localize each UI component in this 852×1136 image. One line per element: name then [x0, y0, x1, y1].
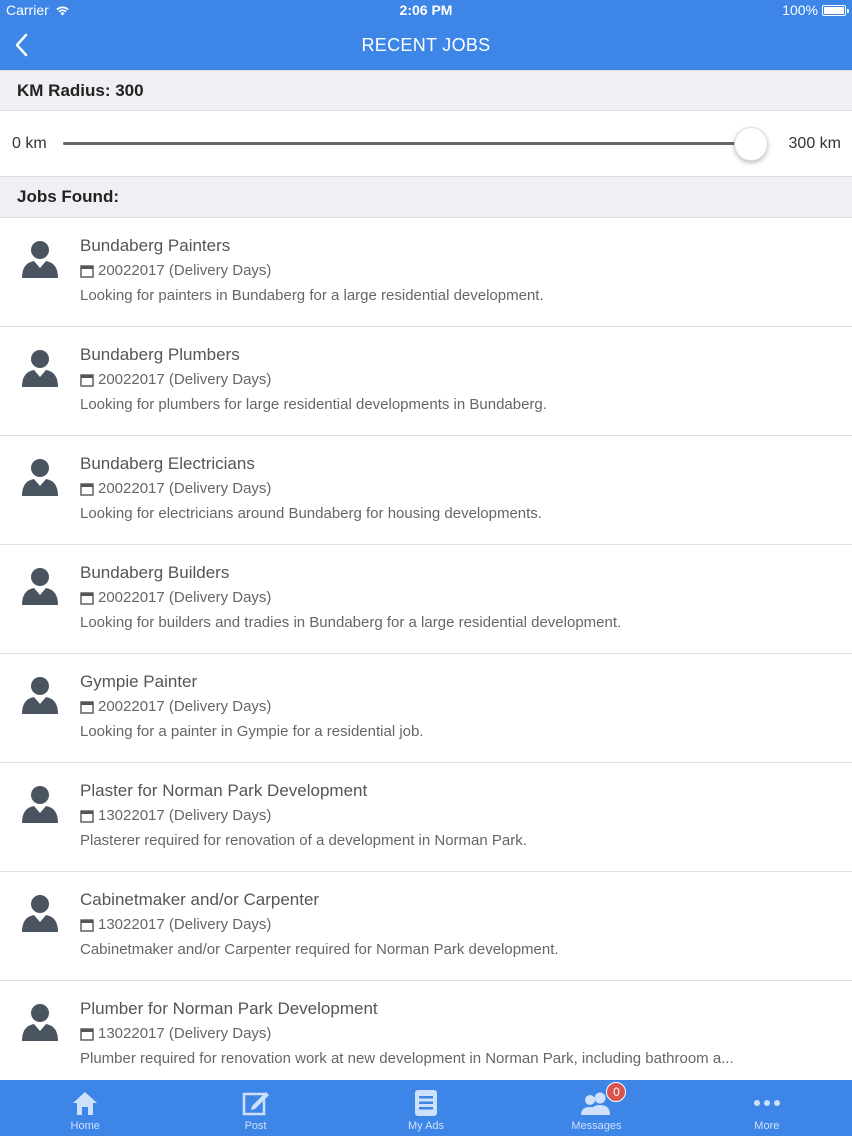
job-title: Plaster for Norman Park Development — [80, 781, 368, 800]
radius-slider-thumb[interactable] — [734, 127, 768, 161]
messages-badge: 0 — [606, 1082, 627, 1102]
job-description: Plasterer required for renovation of a d… — [80, 832, 527, 849]
job-list-item[interactable]: Bundaberg Painters 20022017 (Delivery Da… — [0, 218, 852, 327]
tab-label: My Ads — [407, 1120, 445, 1132]
battery-icon — [822, 4, 849, 16]
job-title: Bundaberg Electricians — [80, 454, 255, 473]
job-list-item[interactable]: Bundaberg Builders 20022017 (Delivery Da… — [0, 545, 852, 654]
radius-slider-row: 0 km 300 km — [0, 111, 852, 176]
tab-more[interactable]: More — [682, 1080, 852, 1136]
job-date: 13022017 (Delivery Days) — [80, 916, 271, 933]
job-list: Bundaberg Painters 20022017 (Delivery Da… — [0, 218, 852, 1080]
job-list-item[interactable]: Plaster for Norman Park Development 1302… — [0, 763, 852, 872]
calendar-icon — [80, 809, 94, 823]
job-list-item[interactable]: Cabinetmaker and/or Carpenter 13022017 (… — [0, 872, 852, 981]
carrier-label: Carrier — [6, 2, 49, 18]
person-avatar-icon — [22, 786, 58, 823]
job-list-item[interactable]: Bundaberg Plumbers 20022017 (Delivery Da… — [0, 327, 852, 436]
job-date: 20022017 (Delivery Days) — [80, 698, 271, 715]
job-description: Plumber required for renovation work at … — [80, 1050, 734, 1067]
job-date-text: 20022017 (Delivery Days) — [98, 371, 272, 388]
job-description: Looking for builders and tradies in Bund… — [80, 614, 622, 631]
job-date-text: 20022017 (Delivery Days) — [98, 262, 272, 279]
person-avatar-icon — [22, 350, 58, 387]
person-avatar-icon — [22, 241, 58, 278]
radius-header: KM Radius: 300 — [0, 70, 852, 111]
job-date-text: 13022017 (Delivery Days) — [98, 916, 272, 933]
document-icon — [413, 1088, 439, 1118]
job-description: Cabinetmaker and/or Carpenter required f… — [80, 941, 559, 958]
job-list-item[interactable]: Bundaberg Electricians 20022017 (Deliver… — [0, 436, 852, 545]
status-time: 2:06 PM — [399, 2, 453, 18]
calendar-icon — [80, 700, 94, 714]
tab-messages[interactable]: 0 Messages — [511, 1080, 681, 1136]
job-title: Gympie Painter — [80, 672, 198, 691]
tab-label: Messages — [571, 1120, 622, 1132]
status-bar: Carrier 2:06 PM 100% — [0, 0, 852, 20]
job-description: Looking for plumbers for large residenti… — [80, 396, 547, 413]
person-avatar-icon — [22, 895, 58, 932]
job-description: Looking for a painter in Gympie for a re… — [80, 723, 424, 740]
edit-icon — [242, 1088, 270, 1118]
job-date-text: 20022017 (Delivery Days) — [98, 698, 272, 715]
back-button[interactable] — [6, 30, 36, 60]
nav-bar: RECENT JOBS — [0, 20, 852, 70]
job-date: 20022017 (Delivery Days) — [80, 262, 271, 279]
jobs-header: Jobs Found: — [0, 176, 852, 218]
page-title: RECENT JOBS — [361, 34, 491, 55]
job-title: Bundaberg Painters — [80, 236, 231, 255]
job-date-text: 13022017 (Delivery Days) — [98, 807, 272, 824]
wifi-icon — [56, 6, 69, 15]
tab-bar: Home Post My Ads 0 Messages More — [0, 1080, 852, 1136]
tab-home[interactable]: Home — [0, 1080, 170, 1136]
job-list-item[interactable]: Gympie Painter 20022017 (Delivery Days) … — [0, 654, 852, 763]
radius-header-label: KM Radius: 300 — [17, 80, 144, 100]
job-description: Looking for painters in Bundaberg for a … — [80, 287, 544, 304]
tab-label: More — [754, 1120, 780, 1132]
home-icon — [71, 1088, 99, 1118]
job-list-item[interactable]: Plumber for Norman Park Development 1302… — [0, 981, 852, 1080]
person-avatar-icon — [22, 1004, 58, 1041]
radius-slider-track[interactable] — [63, 142, 751, 145]
calendar-icon — [80, 591, 94, 605]
tab-label: Post — [244, 1120, 267, 1132]
users-icon: 0 — [580, 1082, 627, 1118]
slider-max-label: 300 km — [788, 134, 841, 152]
chevron-left-icon — [15, 33, 28, 57]
job-date: 20022017 (Delivery Days) — [80, 480, 271, 497]
calendar-icon — [80, 918, 94, 932]
person-avatar-icon — [22, 677, 58, 714]
slider-min-label: 0 km — [12, 134, 47, 152]
job-title: Bundaberg Plumbers — [80, 345, 240, 364]
job-title: Cabinetmaker and/or Carpenter — [80, 890, 320, 909]
battery-percent: 100% — [782, 2, 818, 18]
tab-my-ads[interactable]: My Ads — [341, 1080, 511, 1136]
job-date: 13022017 (Delivery Days) — [80, 1025, 271, 1042]
tab-label: Home — [70, 1120, 100, 1132]
job-description: Looking for electricians around Bundaber… — [80, 505, 542, 522]
job-date: 13022017 (Delivery Days) — [80, 807, 271, 824]
job-date-text: 20022017 (Delivery Days) — [98, 480, 272, 497]
person-avatar-icon — [22, 568, 58, 605]
tab-post[interactable]: Post — [170, 1080, 340, 1136]
job-date: 20022017 (Delivery Days) — [80, 589, 271, 606]
calendar-icon — [80, 482, 94, 496]
status-left: Carrier — [6, 2, 70, 18]
job-title: Plumber for Norman Park Development — [80, 999, 378, 1018]
job-date-text: 20022017 (Delivery Days) — [98, 589, 272, 606]
calendar-icon — [80, 1027, 94, 1041]
job-title: Bundaberg Builders — [80, 563, 230, 582]
person-avatar-icon — [22, 459, 58, 496]
jobs-header-label: Jobs Found: — [17, 187, 119, 206]
job-date: 20022017 (Delivery Days) — [80, 371, 271, 388]
calendar-icon — [80, 264, 94, 278]
calendar-icon — [80, 373, 94, 387]
status-right: 100% — [782, 2, 849, 18]
job-date-text: 13022017 (Delivery Days) — [98, 1025, 272, 1042]
more-icon — [753, 1088, 781, 1118]
radius-slider-fill — [63, 142, 751, 145]
